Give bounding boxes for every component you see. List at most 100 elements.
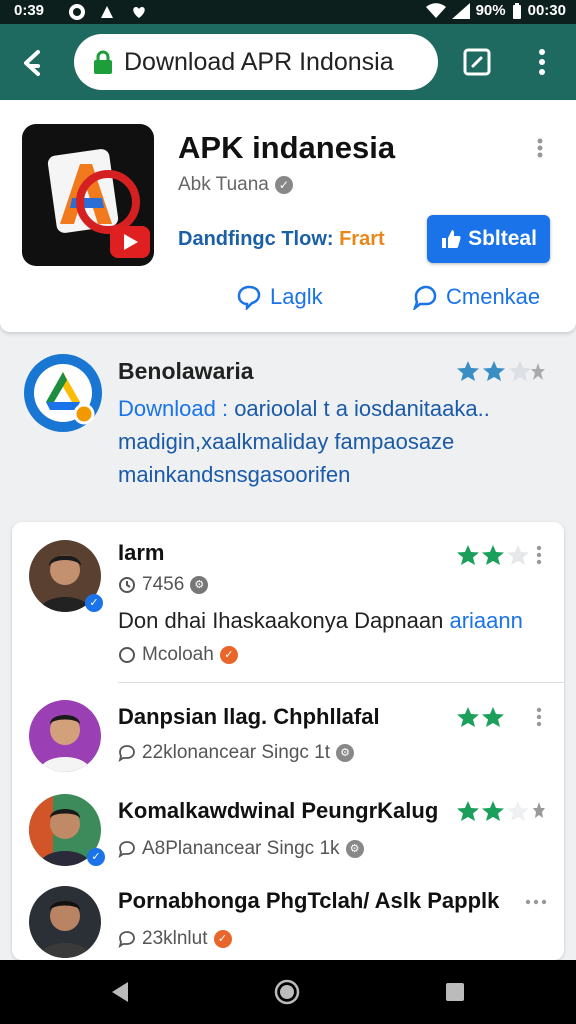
link-icon: [237, 285, 261, 310]
review-meta-text: A8Planancear Singc 1k: [142, 838, 340, 859]
star-icon: [482, 545, 504, 565]
review-more-icon[interactable]: [524, 898, 548, 906]
info-desc-lead: Download :: [118, 396, 229, 421]
verified-badge-icon: ✓: [85, 594, 103, 612]
review-text-mid: Ihaskaakonya Dapnaan: [206, 608, 450, 633]
heart-notification-icon: [133, 7, 145, 18]
review-rating: [456, 800, 530, 822]
app-developer[interactable]: Abk Tuana ✓: [178, 174, 293, 196]
tabs-icon[interactable]: [462, 47, 492, 77]
review-rating: [456, 706, 505, 728]
star-icon: [482, 707, 504, 727]
drive-logo: [24, 354, 102, 432]
gear-badge-icon: ⚙: [345, 840, 364, 858]
review-meta: A8Planancear Singc 1k ⚙: [118, 838, 364, 860]
status-time: 0:39: [14, 2, 45, 19]
star-icon: [457, 545, 479, 565]
info-desc-line3: mainkandsnsgasoorifen: [118, 462, 351, 487]
info-description: Download : oarioolal t a iosdanitaaka.. …: [118, 392, 558, 491]
info-section: Benolawaria Download : oarioolal t a ios…: [0, 340, 576, 510]
check-badge-icon: ✓: [219, 646, 238, 664]
review-text: Don dhai Ihaskaakonya Dapnaan ariaann: [118, 608, 523, 634]
review-meta: 23klnlut ✓: [118, 928, 232, 950]
thumbs-up-icon: [442, 230, 461, 248]
nav-home-icon[interactable]: [274, 979, 300, 1005]
review-item[interactable]: Danpsian llag. Chphllafal 22klonancear S…: [12, 692, 564, 786]
link-action[interactable]: Laglk: [236, 284, 323, 310]
camera-notification-icon: [69, 4, 85, 20]
download-status-text: Dandfingc Tlow:: [178, 228, 340, 250]
download-status: Dandfingc Tlow: Frart: [178, 228, 385, 251]
review-meta: 7456 ⚙: [118, 574, 209, 596]
reviewer-name: Danpsian llag. Chphllafal: [118, 704, 380, 729]
verified-badge-icon: ✓: [87, 848, 105, 866]
app-logo: [22, 124, 154, 266]
comment-small-icon: [118, 931, 135, 948]
check-badge-icon: ✓: [213, 930, 232, 948]
comment-action-label: Cmenkae: [446, 284, 541, 309]
circle-icon: [119, 647, 135, 663]
info-desc-rest: oarioolal t a iosdanitaaka..: [228, 396, 490, 421]
review-item[interactable]: ✓ Komalkawdwinal PeungrKalug A8Planancea…: [12, 788, 564, 882]
lock-icon: [94, 50, 112, 74]
info-more-icon[interactable]: [530, 362, 546, 382]
star-icon: [483, 361, 505, 381]
review-text-highlight: ariaann: [449, 608, 523, 633]
review-more-icon[interactable]: [532, 544, 546, 566]
gear-badge-icon: ⚙: [336, 744, 355, 762]
review-rating: [456, 544, 530, 566]
review-meta-text: 22klonancear Singc 1t: [142, 742, 331, 763]
install-button[interactable]: Sblteal: [427, 215, 550, 263]
browser-toolbar: Download APR Indonsia: [0, 24, 576, 100]
avatar: [29, 886, 101, 958]
star-icon: [457, 707, 479, 727]
reviewer-name: Iarm: [118, 540, 165, 565]
battery-icon: [512, 2, 521, 19]
review-meta: 22klonancear Singc 1t ⚙: [118, 742, 355, 764]
signal-icon: [451, 2, 470, 19]
review-item[interactable]: ✓ Iarm 7456 ⚙ Don dhai Ihaskaakonya Dapn…: [12, 522, 564, 683]
battery-percent: 90%: [475, 2, 506, 19]
review-submeta: Mcoloah ✓: [118, 644, 238, 666]
review-more-icon[interactable]: [532, 706, 546, 728]
url-text: Download APR Indonsia: [124, 47, 394, 76]
overflow-menu-icon[interactable]: [530, 46, 554, 78]
install-label: Sblteal: [468, 227, 537, 250]
status-clock-right: 00:30: [527, 2, 566, 19]
review-meta-text: 7456: [142, 574, 185, 595]
comment-icon: [413, 285, 437, 310]
review-submeta-text: Mcoloah: [142, 644, 214, 665]
app-title: APK indanesia: [178, 130, 396, 165]
star-icon: [482, 801, 504, 821]
divider: [118, 682, 564, 683]
nav-back-icon[interactable]: [108, 980, 132, 1004]
reviewer-name: Komalkawdwinal PeungrKalug: [118, 798, 439, 823]
review-meta-text: 23klnlut: [142, 928, 208, 949]
comment-action[interactable]: Cmenkae: [412, 284, 540, 310]
star-empty-icon: [507, 545, 529, 565]
app-more-icon[interactable]: [530, 136, 550, 160]
review-more-icon[interactable]: [532, 800, 546, 822]
star-icon: [457, 361, 479, 381]
info-desc-line2: madigin,xaalkmaliday fampaosaze: [118, 429, 455, 454]
developer-name: Abk Tuana: [178, 174, 269, 195]
app-notification-icon: [101, 6, 113, 18]
info-title: Benolawaria: [118, 358, 254, 384]
app-card: APK indanesia Abk Tuana ✓ Dandfingc Tlow…: [0, 100, 576, 332]
star-empty-icon: [507, 801, 529, 821]
star-icon: [457, 801, 479, 821]
nav-recents-icon[interactable]: [444, 981, 466, 1003]
wifi-icon: [425, 2, 446, 18]
back-arrow-icon[interactable]: [18, 48, 48, 78]
comment-small-icon: [118, 841, 135, 858]
clock-icon: [119, 577, 135, 593]
drive-icon: [34, 364, 95, 425]
download-status-highlight: Frart: [339, 228, 385, 250]
review-item[interactable]: Pornabhonga PhgTclah/ Aslk Papplk 23klnl…: [12, 882, 564, 960]
star-empty-icon: [509, 361, 531, 381]
system-nav-bar: [0, 960, 576, 1024]
reviewer-name: Pornabhonga PhgTclah/ Aslk Papplk: [118, 888, 500, 913]
settings-badge-icon: ⚙: [190, 576, 209, 594]
url-bar[interactable]: Download APR Indonsia: [74, 34, 438, 90]
app-logo-graphic: [47, 149, 150, 258]
